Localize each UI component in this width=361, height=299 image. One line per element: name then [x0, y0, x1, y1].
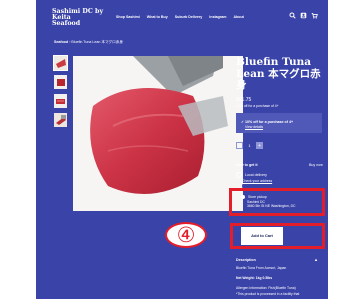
- product-price: $61.75: [236, 97, 252, 103]
- breadcrumb-root-link[interactable]: Seafood: [54, 40, 68, 44]
- quantity-increase-button[interactable]: +: [256, 142, 263, 149]
- tuna-thumbnail-image: [54, 75, 67, 89]
- nav-link-what-to-buy[interactable]: What to Buy: [147, 15, 168, 19]
- radio-unselected-icon[interactable]: [236, 172, 242, 178]
- volume-discount-box: ✓ 10% off for a purchase of 4+ View deta…: [236, 113, 322, 133]
- quantity-decrease-button[interactable]: −: [236, 142, 243, 149]
- tuna-thumbnail-image: [54, 113, 67, 127]
- nav-links: Shop Sashimi What to Buy Suburb Delivery…: [116, 15, 244, 19]
- product-info-panel: Bluefin Tuna Lean 本マグロ赤身 $61.75 10% off …: [236, 0, 328, 299]
- product-title: Bluefin Tuna Lean 本マグロ赤身: [236, 56, 321, 91]
- check-address-link[interactable]: Check your address: [242, 179, 272, 183]
- nav-link-shop-sashimi[interactable]: Shop Sashimi: [116, 15, 140, 19]
- fulfillment-heading: How to get it: [236, 163, 258, 167]
- tuna-thumbnail-image: [54, 94, 67, 108]
- promo-details-link[interactable]: View details: [245, 125, 263, 129]
- breadcrumb-current: Bluefin Tuna Lean 本マグロ赤身: [71, 40, 123, 44]
- thumbnail-3[interactable]: [54, 94, 67, 108]
- page: Sashimi DC by Keita Seafood Shop Sashimi…: [0, 0, 361, 299]
- product-main-image: ›: [73, 56, 243, 211]
- thumbnail-4[interactable]: [54, 113, 67, 127]
- tuna-product-photo: [73, 56, 243, 211]
- description-allergen: Allergen Information: Fish(Bluefin Tuna): [236, 286, 296, 290]
- description-origin: Bluefin Tuna From Aomori, Japan: [236, 266, 287, 270]
- nav-link-suburb-delivery[interactable]: Suburb Delivery: [175, 15, 203, 19]
- description-weight: Net Weight: 1kg 0.5lbs: [236, 276, 273, 280]
- breadcrumb: Seafood › Bluefin Tuna Lean 本マグロ赤身: [54, 40, 123, 45]
- thumbnail-2[interactable]: [54, 75, 67, 89]
- local-delivery-label: Local delivery: [245, 172, 267, 177]
- store-page: Sashimi DC by Keita Seafood Shop Sashimi…: [36, 0, 328, 299]
- nav-link-instagram[interactable]: Instagram: [209, 15, 226, 19]
- promo-text: ✓ 10% off for a purchase of 4+: [241, 120, 294, 124]
- step-four-marker: ④: [165, 222, 207, 248]
- quantity-stepper: − 1 +: [236, 142, 263, 149]
- description-heading[interactable]: Description: [236, 258, 256, 262]
- description-facility-note: *This product is processed in a facility…: [236, 292, 300, 296]
- site-logo[interactable]: Sashimi DC by Keita Seafood: [52, 8, 112, 27]
- store-pickup-highlight: [229, 188, 325, 216]
- buy-now-link[interactable]: Buy now: [309, 163, 323, 167]
- brand-line-2: Seafood: [52, 20, 81, 27]
- quantity-value[interactable]: 1: [245, 143, 254, 148]
- collapse-caret-icon[interactable]: ▲: [314, 257, 318, 262]
- tuna-thumbnail-image: [54, 56, 67, 70]
- add-to-cart-highlight: [230, 223, 325, 249]
- local-delivery-option[interactable]: Local delivery: [236, 172, 267, 178]
- thumbnail-list: [53, 55, 68, 132]
- thumbnail-1[interactable]: [53, 55, 68, 71]
- price-discount-note: 10% off for a purchase of 4+: [236, 104, 279, 108]
